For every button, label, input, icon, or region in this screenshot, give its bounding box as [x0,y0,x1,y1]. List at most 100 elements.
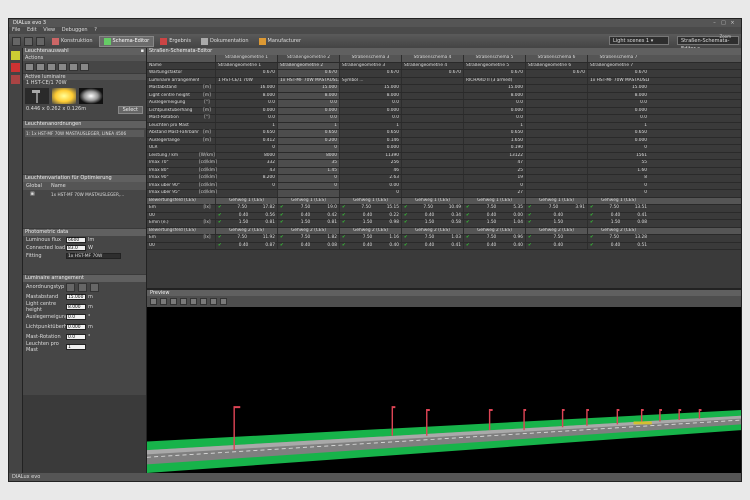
value-cell[interactable] [525,167,587,174]
value-cell[interactable] [401,152,463,159]
row-label[interactable]: Luminaire arrangement 1 [147,78,199,85]
value-cell[interactable]: Straßengeometrie 5 [463,62,525,69]
value-cell[interactable]: 0 [277,182,339,189]
value-cell[interactable]: 0.0 [463,115,525,122]
value-cell[interactable]: 0.0 [277,115,339,122]
value-cell[interactable]: 15.000 [463,85,525,92]
value-cell[interactable]: 8.000 [277,92,339,99]
value-cell[interactable] [277,190,339,197]
value-cell[interactable]: 0.146 [339,137,401,144]
value-cell[interactable]: 0.000 [463,107,525,114]
value-cell[interactable] [401,122,463,129]
value-cell[interactable]: 8.000 [587,92,649,99]
action-icon-5[interactable] [69,63,78,71]
value-cell[interactable] [525,160,587,167]
value-cell[interactable] [525,85,587,92]
value-cell[interactable] [525,130,587,137]
value-cell[interactable]: 0 [215,182,277,189]
row-label[interactable]: Lichtpunktüberhang [147,108,199,115]
row-unit[interactable]: [m] [199,85,215,92]
value-cell[interactable]: 0.190 [463,145,525,152]
value-cell[interactable]: Straßengeometrie 2 [277,62,339,69]
global-checkbox[interactable]: ▣ [26,191,51,197]
value-cell[interactable]: 0.000 [339,107,401,114]
value-cell[interactable] [401,107,463,114]
value-cell[interactable]: 1561 [587,152,649,159]
view-3d-icon[interactable] [150,298,157,305]
group-list-item[interactable]: 1: 1x HST-MF 70W MASTAUSLEGER, LINEA 450… [25,130,144,137]
value-cell[interactable]: 0.0 [463,100,525,107]
value-cell[interactable] [401,190,463,197]
value-cell[interactable]: 16.000 [215,85,277,92]
value-cell[interactable] [525,152,587,159]
row-unit[interactable] [199,70,215,77]
value-cell[interactable]: 1 HST-CE/1 70W [215,77,277,84]
value-cell[interactable]: 0.670 [339,70,401,77]
value-cell[interactable]: Straßengeometrie 1 [215,62,277,69]
field-cell[interactable]: Gehweg 1 (CES) [525,197,587,204]
row-label[interactable]: U0 [147,213,199,220]
field-cell[interactable]: Gehweg 2 (CES) [215,227,277,234]
value-cell[interactable] [525,182,587,189]
row-unit[interactable]: [W/km] [199,153,215,160]
value-cell[interactable]: 19 [463,175,525,182]
value-cell[interactable]: 0.000 [587,137,649,144]
row-label[interactable]: Mast-Rotation [147,115,199,122]
value-cell[interactable]: 0.670 [587,70,649,77]
row-label[interactable]: Light centre height [147,93,199,100]
value-cell[interactable] [401,167,463,174]
value-cell[interactable]: 0 [587,190,649,197]
row-label[interactable]: Imax über 90° [147,183,199,190]
value-cell[interactable]: 0 [587,182,649,189]
view-persp-icon[interactable] [190,298,197,305]
tab-ergebnis[interactable]: Ergebnis [156,36,195,47]
value-cell[interactable]: 47 [463,160,525,167]
value-cell[interactable]: 0 [277,175,339,182]
row-unit[interactable]: [cd/klm] [199,183,217,190]
field-cell[interactable]: Gehweg 2 (CES) [587,227,649,234]
value-cell[interactable]: 11390 [339,152,401,159]
center-icon[interactable] [90,282,99,292]
field-cell[interactable]: Gehweg 2 (CES) [339,227,401,234]
value-cell[interactable] [525,145,587,152]
row-label[interactable]: Auslegerlänge [147,138,199,145]
value-cell[interactable]: 1 [277,122,339,129]
value-cell[interactable]: 1 [339,122,401,129]
value-cell[interactable]: 0.650 [277,130,339,137]
field-cell[interactable]: Gehweg 2 (CES) [525,227,587,234]
row-label[interactable]: Em [147,205,199,212]
load-field[interactable]: 83.0 [66,245,86,251]
field-cell[interactable]: Gehweg 1 (CES) [401,197,463,204]
value-cell[interactable]: 1 [463,122,525,129]
column-header[interactable]: Straßenschema 5 [463,55,525,62]
value-cell[interactable]: 0 [339,190,401,197]
menu-help[interactable]: ? [94,27,97,33]
single-side-icon[interactable] [66,282,75,292]
undo-icon[interactable] [24,36,33,46]
light-height-field[interactable]: 8.000 [66,304,86,310]
value-cell[interactable] [525,77,587,84]
value-cell[interactable]: 0.0 [587,115,649,122]
value-cell[interactable] [401,160,463,167]
row-label[interactable]: Leistung / km [147,153,199,160]
overhang-field[interactable]: 0.000 [66,324,86,330]
value-cell[interactable] [525,92,587,99]
value-cell[interactable]: 0.000 [339,145,401,152]
value-cell[interactable]: Straßengeometrie 4 [401,62,463,69]
flux-field[interactable]: 6600 [66,237,86,243]
value-cell[interactable]: 0.000 [215,107,277,114]
row-unit[interactable]: [°] [199,115,215,122]
value-cell[interactable]: 0.670 [525,70,587,77]
value-cell[interactable]: 0.670 [463,70,525,77]
value-cell[interactable] [401,145,463,152]
value-cell[interactable]: 0.00 [339,182,401,189]
value-cell[interactable]: 55 [587,160,649,167]
row-label[interactable]: Em [147,235,199,242]
value-cell[interactable]: 0 [277,145,339,152]
menu-debug[interactable]: Debuggen [62,27,88,33]
value-cell[interactable]: 8000 [277,152,339,159]
field-cell[interactable]: Gehweg 2 (CES) [401,227,463,234]
row-unit[interactable] [199,243,215,250]
value-cell[interactable]: 0.0 [339,100,401,107]
value-cell[interactable]: 0.650 [339,130,401,137]
